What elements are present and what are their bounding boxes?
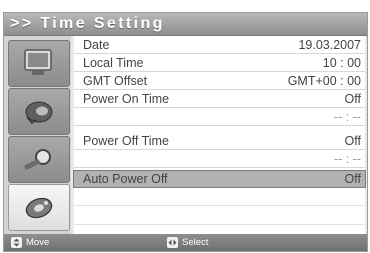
sidebar (4, 36, 71, 234)
setting-value: Off (344, 172, 361, 186)
setting-label: Local Time (83, 56, 144, 70)
setting-row-gmt-offset[interactable]: GMT Offset GMT+00 : 00 (74, 73, 365, 90)
setting-value: 10 : 00 (322, 56, 361, 70)
magnifier-icon (24, 149, 51, 170)
title-bar: >> Time Setting (4, 13, 367, 36)
setting-value: -- : -- (333, 152, 361, 166)
page-title: >> Time Setting (10, 15, 165, 32)
setting-row-power-on-clock[interactable]: -- : -- (74, 109, 365, 126)
select-hint: Select (167, 236, 237, 249)
empty-row (74, 189, 365, 206)
setting-row-local-time[interactable]: Local Time 10 : 00 (74, 55, 365, 72)
tab-search[interactable] (8, 136, 70, 183)
setting-value: GMT+00 : 00 (287, 74, 361, 88)
setting-label: GMT Offset (83, 74, 148, 88)
settings-panel: Date 19.03.2007 Local Time 10 : 00 GMT O… (73, 36, 366, 234)
tab-picture[interactable] (8, 40, 70, 87)
setting-label: Power Off Time (83, 134, 169, 148)
move-hint: Move (11, 236, 71, 249)
select-label: Select (182, 237, 209, 248)
setting-value: 19.03.2007 (298, 38, 361, 52)
setting-label: Power On Time (83, 92, 170, 106)
move-label: Move (26, 237, 50, 248)
setting-row-date[interactable]: Date 19.03.2007 (74, 37, 365, 54)
tv-icon (24, 49, 52, 75)
setting-row-power-off-clock[interactable]: -- : -- (74, 151, 365, 168)
tab-setup[interactable] (8, 184, 70, 231)
footer-hint-bar: Move Select (4, 234, 367, 251)
setting-value: Off (344, 92, 361, 106)
updown-key-icon (11, 237, 22, 248)
setting-label: Auto Power Off (83, 172, 168, 186)
speaker-icon (25, 101, 53, 125)
setting-label: Date (83, 38, 110, 52)
setting-value: -- : -- (333, 110, 361, 124)
leftright-key-icon (167, 237, 178, 248)
settings-disc-icon (25, 197, 53, 219)
tab-sound[interactable] (8, 88, 70, 135)
setting-row-power-off-time[interactable]: Power Off Time Off (74, 133, 365, 150)
setting-value: Off (344, 134, 361, 148)
empty-row (74, 208, 365, 225)
setting-row-power-on-time[interactable]: Power On Time Off (74, 91, 365, 108)
setting-row-auto-power-off[interactable]: Auto Power Off Off (73, 170, 366, 188)
osd-screen: >> Time Setting Date 19.03.2007 Local Ti… (3, 12, 368, 252)
